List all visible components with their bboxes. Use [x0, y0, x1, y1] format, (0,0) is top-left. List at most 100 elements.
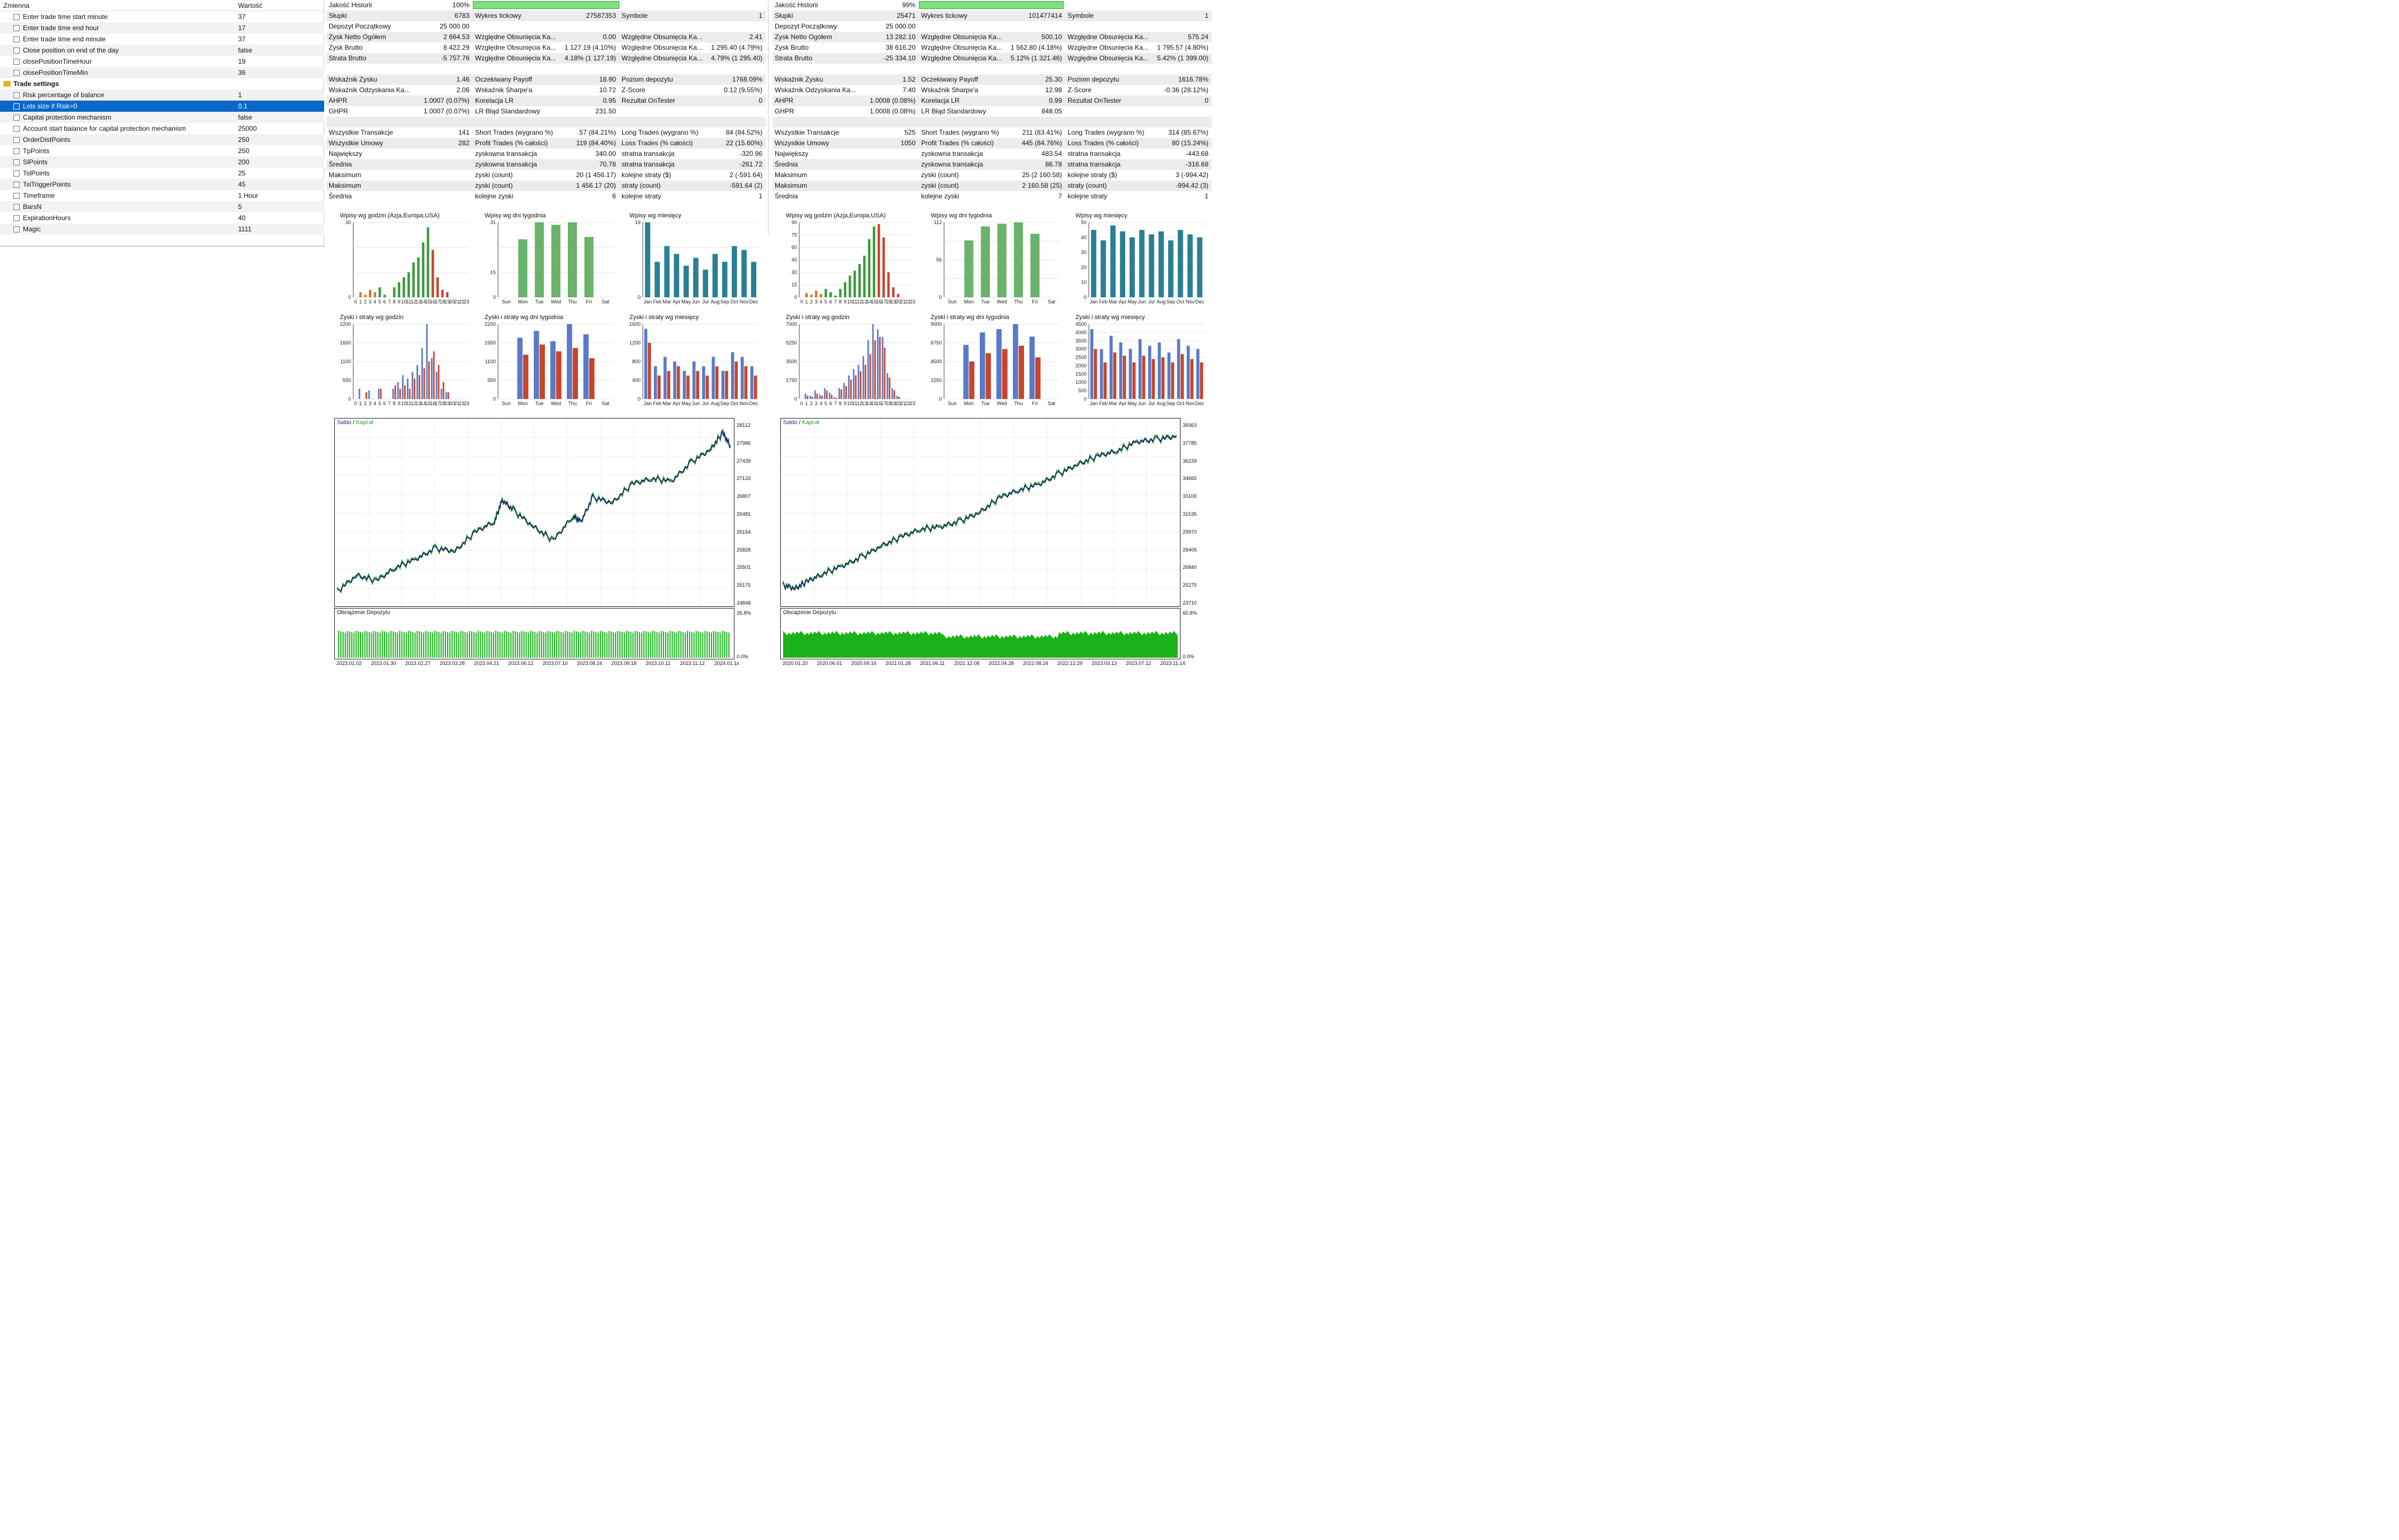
param-checkbox[interactable] [13, 137, 20, 143]
param-row[interactable]: Timeframe 1 Hour [0, 190, 324, 201]
balance-y-tick: 34665 [1183, 476, 1197, 482]
params-scrollbar[interactable] [0, 246, 324, 249]
param-checkbox[interactable] [13, 182, 20, 188]
param-value[interactable]: 40 [238, 212, 245, 224]
drawdown-bar [691, 632, 693, 658]
param-checkbox[interactable] [13, 226, 20, 232]
loss-bar [676, 366, 680, 399]
profit-bar [1029, 336, 1035, 399]
param-checkbox[interactable] [13, 204, 20, 210]
param-row[interactable]: TpPoints 250 [0, 145, 324, 156]
profit-bar [692, 362, 696, 399]
param-value[interactable]: 25 [238, 168, 245, 179]
param-value[interactable]: 0.1 [238, 101, 248, 112]
stat-value: 8 422.29 [443, 44, 470, 51]
param-row[interactable]: Lots size if Risk=0 0.1 [0, 101, 324, 112]
stat-value: 5.12% (1 321.46) [1010, 54, 1062, 62]
param-checkbox[interactable] [13, 148, 20, 154]
drawdown-bar [645, 631, 647, 658]
param-checkbox[interactable] [13, 25, 20, 31]
y-tick-label: 1100 [340, 359, 351, 364]
loss-bar [447, 392, 449, 399]
loss-bar [1113, 352, 1117, 399]
param-checkbox[interactable] [13, 59, 20, 65]
bar [412, 262, 415, 297]
param-value[interactable]: 1 Hour [238, 190, 258, 201]
profit-bar [1129, 349, 1132, 399]
param-value[interactable]: 45 [238, 179, 245, 190]
drawdown-bar [506, 631, 508, 658]
param-value[interactable]: 36 [238, 67, 245, 78]
param-group[interactable]: Trade settings [0, 78, 324, 89]
stat-value: 314 (85.67%) [1168, 129, 1208, 136]
param-checkbox[interactable] [13, 126, 20, 132]
param-value[interactable]: 19 [238, 56, 245, 67]
folder-icon [3, 81, 11, 87]
param-checkbox[interactable] [13, 92, 20, 98]
x-tick-label: Jun [1138, 299, 1146, 305]
param-row[interactable]: Magic 1111 [0, 224, 324, 235]
x-tick-label: 1 [359, 401, 362, 406]
param-value[interactable]: 250 [238, 145, 249, 156]
stat-value: 1 795.57 (4.80%) [1156, 44, 1208, 51]
loss-bar [874, 340, 876, 399]
param-row[interactable]: closePositionTimeMin 36 [0, 67, 324, 78]
param-value[interactable]: 37 [238, 11, 245, 22]
drawdown-bar [601, 631, 603, 658]
param-row[interactable]: ExpirationHours 40 [0, 212, 324, 224]
param-checkbox[interactable] [13, 47, 20, 54]
param-value[interactable]: 1 [238, 89, 242, 101]
param-checkbox[interactable] [13, 103, 20, 110]
balance-y-tick: 39363 [1183, 422, 1197, 428]
param-value[interactable]: 25000 [238, 123, 257, 134]
loss-bar [414, 378, 416, 399]
histogram-chart: Zyski i straty wg dni tygodnia 2200 1650 11… [482, 314, 625, 409]
param-checkbox[interactable] [13, 14, 20, 20]
param-checkbox[interactable] [13, 115, 20, 121]
param-row[interactable]: Enter trade time end minute 37 [0, 34, 324, 45]
bar [897, 294, 899, 297]
drawdown-bar [368, 632, 370, 658]
bar [655, 262, 660, 297]
stat-value: 0 [758, 97, 762, 104]
col-header-value[interactable]: Wartość [238, 0, 263, 11]
x-tick-label: Apr [672, 401, 680, 406]
param-row[interactable]: SlPoints 200 [0, 156, 324, 168]
param-row[interactable]: Close position on end of the day false [0, 45, 324, 56]
stats-row [326, 64, 766, 74]
param-checkbox[interactable] [13, 36, 20, 42]
param-row[interactable]: closePositionTimeHour 19 [0, 56, 324, 67]
x-tick-label: 2 [810, 401, 813, 406]
param-value[interactable]: 1111 [238, 224, 252, 235]
loss-bar [1171, 362, 1174, 399]
param-row[interactable]: Risk percentage of balance 1 [0, 89, 324, 101]
param-row[interactable]: TslTriggerPoints 45 [0, 179, 324, 190]
param-checkbox[interactable] [13, 170, 20, 177]
param-checkbox[interactable] [13, 193, 20, 199]
param-row[interactable]: OrderDistPoints 250 [0, 134, 324, 145]
param-row[interactable]: Capital protection mechanism false [0, 112, 324, 123]
param-checkbox[interactable] [13, 70, 20, 76]
profit-bar [644, 329, 648, 399]
param-row[interactable]: Enter trade time start minute 37 [0, 11, 324, 22]
loss-bar [889, 377, 890, 399]
param-row[interactable]: BarsN 5 [0, 201, 324, 212]
param-value[interactable]: 37 [238, 34, 245, 45]
param-value[interactable]: 5 [238, 201, 242, 212]
param-value[interactable]: false [238, 45, 252, 56]
param-checkbox[interactable] [13, 215, 20, 221]
param-value[interactable]: 17 [238, 22, 245, 34]
y-tick-label: 45 [791, 257, 797, 263]
param-row[interactable]: Enter trade time end hour 17 [0, 22, 324, 34]
param-value[interactable]: 200 [238, 156, 249, 168]
param-value[interactable]: false [238, 112, 252, 123]
stat-value: 848.05 [1041, 107, 1062, 115]
col-header-name[interactable]: Zmienna [3, 0, 30, 11]
param-row[interactable]: Account start balance for capital protec… [0, 123, 324, 134]
drawdown-bar [641, 633, 643, 658]
drawdown-bar [397, 633, 399, 658]
param-value[interactable]: 250 [238, 134, 249, 145]
param-checkbox[interactable] [13, 159, 20, 165]
stats-row: Wskaźnik Odzyskania Ka... 7.40 Wskaźnik Sh… [772, 85, 1212, 96]
param-row[interactable]: TslPoints 25 [0, 168, 324, 179]
